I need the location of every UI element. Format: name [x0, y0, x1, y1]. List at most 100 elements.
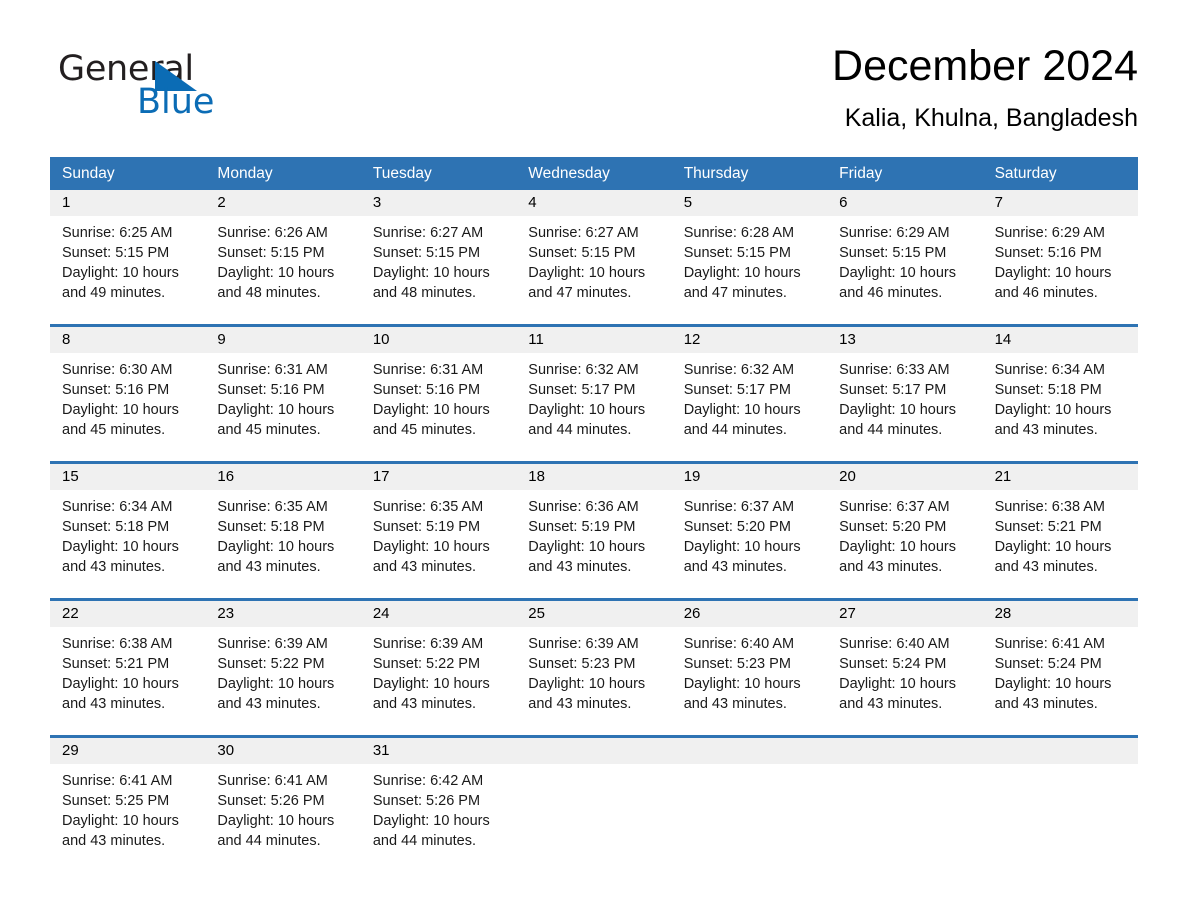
sunrise-text: Sunrise: 6:35 AM: [217, 499, 328, 515]
day-number-empty: [827, 738, 982, 764]
day-cell[interactable]: Sunrise: 6:40 AM Sunset: 5:23 PM Daylight:…: [672, 627, 827, 725]
day-number[interactable]: 27: [827, 601, 982, 627]
day-detail-band: Sunrise: 6:38 AM Sunset: 5:21 PM Daylight:…: [50, 627, 1138, 725]
day-number[interactable]: 15: [50, 464, 205, 490]
day-number[interactable]: 26: [672, 601, 827, 627]
day-cell[interactable]: Sunrise: 6:27 AM Sunset: 5:15 PM Daylight:…: [361, 216, 516, 314]
day-cell[interactable]: Sunrise: 6:38 AM Sunset: 5:21 PM Daylight:…: [50, 627, 205, 725]
daylight-text: Daylight: 10 hours and 47 minutes.: [683, 265, 801, 301]
day-number[interactable]: 13: [827, 327, 982, 353]
day-number[interactable]: 10: [361, 327, 516, 353]
sunrise-text: Sunrise: 6:29 AM: [994, 225, 1105, 241]
day-cell[interactable]: Sunrise: 6:42 AM Sunset: 5:26 PM Daylight:…: [361, 764, 516, 862]
day-cell[interactable]: Sunrise: 6:41 AM Sunset: 5:25 PM Daylight:…: [50, 764, 205, 862]
day-cell[interactable]: Sunrise: 6:34 AM Sunset: 5:18 PM Daylight:…: [983, 353, 1138, 451]
daylight-text: Daylight: 10 hours and 45 minutes.: [372, 402, 490, 438]
weekday-header-sunday: Sunday: [62, 165, 115, 182]
day-number[interactable]: 25: [516, 601, 671, 627]
day-number[interactable]: 12: [672, 327, 827, 353]
calendar-weeks: 1 2 3 4 5 6 7 Sunrise: 6:25 AM Sunset: 5:15 PM Da…: [50, 190, 1138, 862]
day-cell[interactable]: Sunrise: 6:31 AM Sunset: 5:16 PM Daylight:…: [361, 353, 516, 451]
sunset-text: Sunset: 5:18 PM: [62, 519, 170, 535]
weekday-header-friday: Friday: [839, 165, 883, 182]
sunrise-text: Sunrise: 6:30 AM: [62, 362, 173, 378]
day-cell[interactable]: Sunrise: 6:25 AM Sunset: 5:15 PM Daylight:…: [50, 216, 205, 314]
day-cell[interactable]: Sunrise: 6:27 AM Sunset: 5:15 PM Daylight:…: [516, 216, 671, 314]
day-cell[interactable]: Sunrise: 6:32 AM Sunset: 5:17 PM Daylight:…: [516, 353, 671, 451]
day-number[interactable]: 23: [205, 601, 360, 627]
day-cell[interactable]: Sunrise: 6:36 AM Sunset: 5:19 PM Daylight:…: [516, 490, 671, 588]
day-number[interactable]: 11: [516, 327, 671, 353]
day-cell[interactable]: Sunrise: 6:40 AM Sunset: 5:24 PM Daylight:…: [827, 627, 982, 725]
day-number[interactable]: 7: [983, 190, 1138, 216]
daylight-text: Daylight: 10 hours and 43 minutes.: [528, 539, 646, 575]
sunrise-text: Sunrise: 6:32 AM: [683, 362, 795, 378]
daylight-text: Daylight: 10 hours and 43 minutes.: [372, 539, 490, 575]
daylight-text: Daylight: 10 hours and 43 minutes.: [683, 676, 801, 712]
day-cell[interactable]: Sunrise: 6:26 AM Sunset: 5:15 PM Daylight:…: [205, 216, 360, 314]
day-number[interactable]: 4: [516, 190, 671, 216]
day-number[interactable]: 30: [205, 738, 360, 764]
page-header: General Blue December 2024 Kalia, Khulna…: [50, 40, 1138, 145]
day-cell[interactable]: Sunrise: 6:37 AM Sunset: 5:20 PM Daylight:…: [827, 490, 982, 588]
day-cell[interactable]: Sunrise: 6:35 AM Sunset: 5:19 PM Daylight:…: [361, 490, 516, 588]
sunset-text: Sunset: 5:24 PM: [994, 656, 1102, 672]
day-cell[interactable]: Sunrise: 6:34 AM Sunset: 5:18 PM Daylight:…: [50, 490, 205, 588]
day-number[interactable]: 31: [361, 738, 516, 764]
day-number[interactable]: 9: [205, 327, 360, 353]
brand-logo[interactable]: General Blue: [58, 52, 378, 132]
calendar-week-row: 22 23 24 25 26 27 28 Sunrise: 6:38 AM Sunset: 5:…: [50, 598, 1138, 725]
day-cell[interactable]: Sunrise: 6:29 AM Sunset: 5:15 PM Daylight:…: [827, 216, 982, 314]
day-number[interactable]: 14: [983, 327, 1138, 353]
day-cell[interactable]: Sunrise: 6:28 AM Sunset: 5:15 PM Daylight:…: [672, 216, 827, 314]
sunset-text: Sunset: 5:16 PM: [217, 382, 325, 398]
sunrise-text: Sunrise: 6:27 AM: [528, 225, 639, 241]
day-number[interactable]: 16: [205, 464, 360, 490]
sunrise-text: Sunrise: 6:41 AM: [994, 636, 1105, 652]
sunset-text: Sunset: 5:15 PM: [528, 245, 636, 261]
day-number[interactable]: 18: [516, 464, 671, 490]
day-number[interactable]: 8: [50, 327, 205, 353]
day-cell[interactable]: Sunrise: 6:39 AM Sunset: 5:22 PM Daylight:…: [361, 627, 516, 725]
day-cell[interactable]: Sunrise: 6:37 AM Sunset: 5:20 PM Daylight:…: [672, 490, 827, 588]
day-cell[interactable]: Sunrise: 6:32 AM Sunset: 5:17 PM Daylight:…: [672, 353, 827, 451]
weekday-header-thursday: Thursday: [683, 165, 749, 182]
sunrise-text: Sunrise: 6:36 AM: [528, 499, 639, 515]
sunset-text: Sunset: 5:19 PM: [528, 519, 636, 535]
calendar-page: General Blue December 2024 Kalia, Khulna…: [0, 0, 1188, 918]
day-number[interactable]: 2: [205, 190, 360, 216]
day-cell[interactable]: Sunrise: 6:33 AM Sunset: 5:17 PM Daylight:…: [827, 353, 982, 451]
day-number[interactable]: 6: [827, 190, 982, 216]
day-number[interactable]: 20: [827, 464, 982, 490]
day-cell[interactable]: Sunrise: 6:39 AM Sunset: 5:22 PM Daylight:…: [205, 627, 360, 725]
day-number-band: 15 16 17 18 19 20 21: [50, 464, 1138, 490]
day-cell[interactable]: Sunrise: 6:41 AM Sunset: 5:26 PM Daylight:…: [205, 764, 360, 862]
daylight-text: Daylight: 10 hours and 43 minutes.: [839, 539, 957, 575]
day-number[interactable]: 19: [672, 464, 827, 490]
day-cell[interactable]: Sunrise: 6:38 AM Sunset: 5:21 PM Daylight:…: [983, 490, 1138, 588]
daylight-text: Daylight: 10 hours and 43 minutes.: [994, 539, 1112, 575]
day-number[interactable]: 29: [50, 738, 205, 764]
day-cell[interactable]: Sunrise: 6:39 AM Sunset: 5:23 PM Daylight:…: [516, 627, 671, 725]
calendar-grid: Sunday Monday Tuesday Wednesday Thursday Frid…: [50, 157, 1138, 862]
day-number[interactable]: 1: [50, 190, 205, 216]
weekday-header-monday: Monday: [217, 165, 273, 182]
day-number[interactable]: 24: [361, 601, 516, 627]
day-number[interactable]: 3: [361, 190, 516, 216]
day-number[interactable]: 5: [672, 190, 827, 216]
day-number[interactable]: 22: [50, 601, 205, 627]
day-number[interactable]: 21: [983, 464, 1138, 490]
day-cell[interactable]: Sunrise: 6:31 AM Sunset: 5:16 PM Daylight:…: [205, 353, 360, 451]
day-cell[interactable]: Sunrise: 6:29 AM Sunset: 5:16 PM Daylight:…: [983, 216, 1138, 314]
sunset-text: Sunset: 5:16 PM: [372, 382, 481, 398]
day-cell[interactable]: Sunrise: 6:35 AM Sunset: 5:18 PM Daylight:…: [205, 490, 360, 588]
day-cell-empty: [983, 764, 1138, 862]
day-cell[interactable]: Sunrise: 6:30 AM Sunset: 5:16 PM Daylight:…: [50, 353, 205, 451]
sunrise-text: Sunrise: 6:39 AM: [528, 636, 639, 652]
calendar-week-row: 29 30 31 Sunrise: 6:41 AM Sunset: 5:25 PM Day…: [50, 735, 1138, 862]
day-cell[interactable]: Sunrise: 6:41 AM Sunset: 5:24 PM Daylight:…: [983, 627, 1138, 725]
sunrise-text: Sunrise: 6:42 AM: [372, 773, 484, 789]
day-number[interactable]: 28: [983, 601, 1138, 627]
sunset-text: Sunset: 5:25 PM: [62, 793, 170, 809]
day-number[interactable]: 17: [361, 464, 516, 490]
